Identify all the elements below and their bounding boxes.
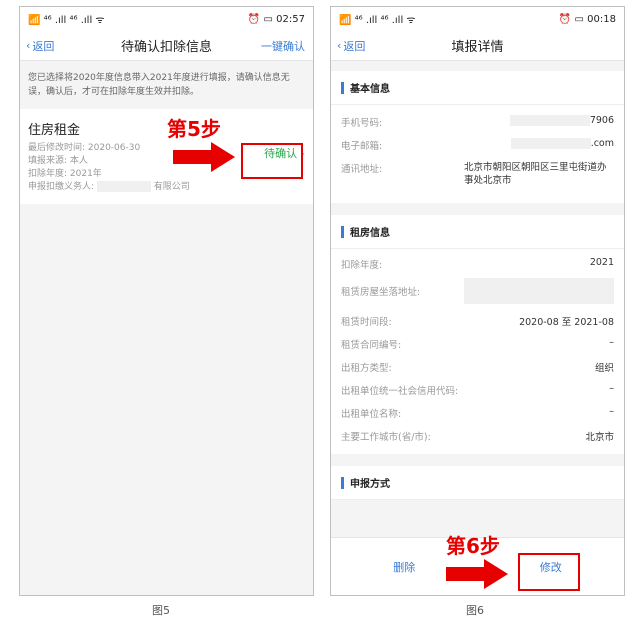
status-bar: 📶 ⁴⁶ .ıll ⁴⁶ .ıll ᯤ ⏰ ▭ 00:18: [331, 7, 624, 31]
chevron-left-icon: ‹: [337, 39, 342, 52]
row-value: –: [609, 337, 614, 348]
row-value: –: [609, 383, 614, 394]
step5-label: 第5步: [167, 117, 221, 141]
nav-bar: ‹ 返回 填报详情: [331, 31, 624, 61]
row-label: 租赁合同编号:: [341, 340, 402, 351]
rent-row: 扣除年度: 2021: [331, 251, 624, 274]
status-bar: 📶 ⁴⁶ .ıll ⁴⁶ .ıll ᯤ ⏰ ▭ 02:57: [20, 7, 313, 31]
arrow-right-icon: [173, 142, 235, 172]
rent-row: 出租方类型: 组织: [331, 354, 624, 377]
status-left: 📶 ⁴⁶ .ıll ⁴⁶ .ıll ᯤ: [28, 15, 105, 26]
row-label: 租赁时间段:: [341, 317, 392, 328]
phone-row: 手机号码: 7906: [331, 109, 624, 132]
status-right: ⏰ ▭ 02:57: [247, 13, 305, 25]
rent-row: 主要工作城市(省/市): 北京市: [331, 423, 624, 446]
rent-row: 出租单位名称: –: [331, 400, 624, 423]
rent-row: 出租单位统一社会信用代码: –: [331, 377, 624, 400]
agent-label: 申报扣缴义务人:: [28, 182, 95, 192]
status-left: 📶 ⁴⁶ .ıll ⁴⁶ .ıll ᯤ: [339, 15, 416, 26]
redacted-mask: [464, 278, 614, 304]
confirm-all-button[interactable]: 一键确认: [261, 38, 305, 54]
section-basic-info: 基本信息: [331, 71, 624, 105]
row-label: 扣除年度:: [341, 260, 383, 271]
nav-bar: ‹ 返回 待确认扣除信息 一键确认: [20, 31, 313, 61]
redacted-mask: [96, 181, 151, 192]
section-bar-icon: [341, 81, 344, 94]
address-row: 通讯地址: 北京市朝阳区朝阳区三里屯街道办事处北京市: [331, 155, 624, 187]
email-label: 电子邮箱:: [341, 141, 383, 152]
rent-row: 租赁房屋坐落地址:: [331, 274, 624, 308]
highlight-box-step5: [241, 143, 303, 179]
back-label: 返回: [32, 39, 55, 53]
back-button[interactable]: ‹ 返回: [337, 38, 365, 54]
phone-screen-6: 📶 ⁴⁶ .ıll ⁴⁶ .ıll ᯤ ⏰ ▭ 00:18 ‹ 返回 填报详情 …: [330, 6, 625, 596]
row-value: 2021: [589, 257, 614, 268]
row-label: 出租方类型:: [341, 363, 392, 374]
section-bar-icon: [341, 476, 344, 489]
caption-fig5: 图5: [152, 604, 170, 617]
row-value: –: [609, 406, 614, 417]
address-value: 北京市朝阳区朝阳区三里屯街道办事处北京市: [464, 162, 607, 186]
agent-suffix: 有限公司: [153, 182, 190, 192]
email-row: 电子邮箱: .com: [331, 132, 624, 155]
arrow-right-icon: [446, 559, 508, 589]
section-rent-info: 租房信息: [331, 215, 624, 249]
row-label: 租赁房屋坐落地址:: [341, 287, 421, 298]
rent-row: 租赁时间段: 2020-08 至 2021-08: [331, 308, 624, 331]
back-label: 返回: [343, 39, 366, 53]
rent-info-list: 扣除年度: 2021 租赁房屋坐落地址: 租赁时间段: 2020-08 至 2021…: [331, 249, 624, 454]
status-right: ⏰ ▭ 00:18: [558, 13, 616, 25]
section-title: 租房信息: [350, 228, 390, 239]
phone-label: 手机号码:: [341, 118, 383, 129]
address-label: 通讯地址:: [341, 164, 383, 175]
phone-value: 7906: [509, 115, 614, 126]
row-label: 主要工作城市(省/市):: [341, 432, 431, 443]
spacer: [331, 61, 624, 71]
row-value: 2020-08 至 2021-08: [519, 317, 614, 328]
phone-screen-5: 📶 ⁴⁶ .ıll ⁴⁶ .ıll ᯤ ⏰ ▭ 02:57 ‹ 返回 待确认扣除…: [19, 6, 314, 596]
step6-label: 第6步: [446, 534, 500, 558]
section-title: 基本信息: [350, 84, 390, 95]
notice-text: 您已选择将2020年度信息带入2021年度进行填报，请确认信息无误，确认后，才可…: [28, 73, 290, 97]
section-declare-method: 申报方式: [331, 466, 624, 500]
email-value: .com: [510, 138, 614, 149]
basic-info-list: 手机号码: 7906 电子邮箱: .com 通讯地址: 北京市朝阳区朝阳区三里屯…: [331, 105, 624, 203]
withholding-agent: 申报扣缴义务人: 有限公司: [28, 181, 305, 194]
row-value: 组织: [594, 363, 614, 374]
row-value: 北京市: [585, 432, 614, 443]
section-bar-icon: [341, 225, 344, 238]
back-button[interactable]: ‹ 返回: [26, 38, 54, 54]
chevron-left-icon: ‹: [26, 39, 31, 52]
caption-fig6: 图6: [466, 604, 484, 617]
row-label: 出租单位统一社会信用代码:: [341, 386, 459, 397]
highlight-box-step6: [518, 553, 580, 591]
section-title: 申报方式: [350, 479, 390, 490]
row-label: 出租单位名称:: [341, 409, 402, 420]
rent-row: 租赁合同编号: –: [331, 331, 624, 354]
spacer: [331, 454, 624, 466]
page-title: 填报详情: [451, 40, 504, 55]
spacer: [331, 203, 624, 215]
